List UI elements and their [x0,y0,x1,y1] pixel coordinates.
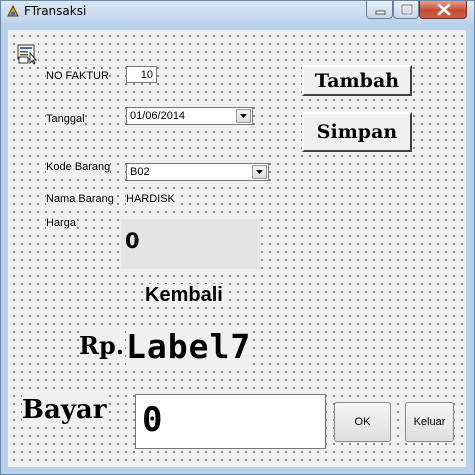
ok-button[interactable]: OK [334,402,391,442]
close-button[interactable] [419,1,467,19]
close-icon [437,3,451,16]
kode-barang-dropdown-button[interactable] [252,165,267,179]
bayar-label: Bayar [22,395,107,425]
tambah-button[interactable]: Tambah [302,65,412,96]
harga-value: 0 [125,229,140,253]
window-title: FTransaksi [24,4,87,18]
rp-prefix-label: Rp. [79,331,125,360]
tanggal-dropdown-button[interactable] [236,109,251,123]
title-bar[interactable]: FTransaksi [1,1,474,23]
tanggal-value: 01/06/2014 [130,110,186,122]
minimize-button[interactable] [366,1,393,19]
maximize-icon [400,3,414,16]
kode-barang-label: Kode Barang [46,161,111,174]
ftransaksi-window: FTransaksi NO FAKTUR Tanggal 01/06/201 [0,0,475,475]
nama-barang-label: Nama Barang [46,193,114,206]
harga-label: Harga [46,217,76,230]
chevron-down-icon [240,114,247,118]
no-faktur-input[interactable] [126,66,157,83]
nama-barang-value: HARDISK [126,193,175,206]
kode-barang-value: B02 [130,166,150,178]
keluar-button[interactable]: Keluar [405,402,454,442]
minimize-icon [375,10,386,15]
bayar-input[interactable]: 0 [135,394,326,449]
app-icon [7,5,19,17]
form-client-area: NO FAKTUR Tanggal 01/06/2014 Kode Barang… [8,30,466,467]
kembali-value-label: Label7 [126,327,252,366]
maximize-button[interactable] [393,1,419,19]
chevron-down-icon [256,170,263,174]
data-control-icon[interactable] [16,43,38,65]
tanggal-label: Tanggal [46,113,85,126]
harga-panel: 0 [121,219,260,269]
simpan-button[interactable]: Simpan [302,112,412,152]
kembali-label: Kembali [143,284,225,307]
kode-barang-combobox[interactable]: B02 [126,163,269,181]
tanggal-date-picker[interactable]: 01/06/2014 [126,107,253,125]
no-faktur-label: NO FAKTUR [46,70,109,83]
